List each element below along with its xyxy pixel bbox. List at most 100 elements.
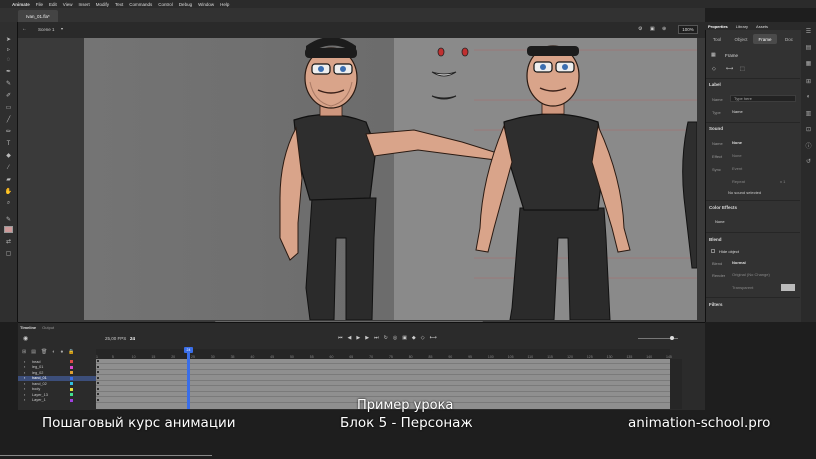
scene-label[interactable]: Scene 1 [38,27,55,32]
zoom-field[interactable]: 100% [678,25,698,34]
menu-file[interactable]: File [36,2,43,7]
swap-colors-icon[interactable]: ⇄ [4,238,13,245]
stage-canvas[interactable] [84,38,697,320]
fps-field[interactable]: 25,00 FPS [105,336,126,341]
keyframe-marker[interactable] [97,376,99,379]
filters-section-title[interactable]: Filters [709,302,723,307]
layer-color-swatch[interactable] [70,371,73,374]
menu-help[interactable]: Help [220,2,229,7]
tween-icon[interactable]: ⟷ [430,335,437,341]
layer-color-swatch[interactable] [70,393,73,396]
menu-app[interactable]: Animate [12,2,30,7]
keyframe-marker[interactable] [97,365,99,368]
onion-skin-icon[interactable]: ◎ [393,335,397,341]
layer-row[interactable]: ▪ hand_01 [18,375,96,381]
frame-name-input[interactable]: Type here [730,95,796,102]
character-front-pose[interactable] [279,38,497,320]
frame-row[interactable] [96,359,670,364]
layer-row[interactable]: ▪ hand_02 [18,381,96,386]
highlight-icon[interactable]: ◐ [52,349,55,355]
paint-tool-icon[interactable]: ✐ [4,92,13,99]
tab-object[interactable]: Object [729,34,753,44]
tween-icon[interactable]: ⟷ [726,66,733,72]
camera-icon[interactable]: ◉ [23,335,28,342]
current-frame-field[interactable]: 24 [130,336,135,341]
frame-row[interactable] [96,387,670,392]
tab-frame[interactable]: Frame [753,34,777,44]
go-first-icon[interactable]: ⏮ [338,335,343,341]
keyframe-marker[interactable] [97,393,99,395]
edit-multiple-icon[interactable]: ▣ [402,335,407,341]
tab-tool[interactable]: Tool [705,34,729,44]
character-side-pose[interactable] [475,45,631,320]
eyedropper-tool-icon[interactable]: ⁄ [4,164,13,171]
tab-doc[interactable]: Doc [777,34,801,44]
rectangle-tool-icon[interactable]: ▭ [4,104,13,111]
layer-color-swatch[interactable] [70,376,73,380]
history-icon[interactable]: ↺ [805,158,812,165]
layer-row[interactable]: ▪ body [18,387,96,392]
stage-settings-icon[interactable]: ⚙ [638,26,642,32]
hand-tool-icon[interactable]: ✋ [4,188,13,195]
sync-select[interactable]: Event [732,165,776,172]
frame-ruler[interactable]: 1 5 10 15 20 25 30 35 40 45 50 55 60 65 70 75 80 85 90 95 10… [96,349,672,359]
tab-properties[interactable]: Properties [708,24,728,29]
menu-commands[interactable]: Commands [129,2,152,7]
keyframe-marker[interactable] [97,382,99,384]
new-folder-icon[interactable]: ▤ [31,349,36,355]
timeline-vertical-scrollbar[interactable] [670,359,682,409]
menu-insert[interactable]: Insert [78,2,89,7]
blend-select[interactable]: Normal [732,259,794,266]
blank-keyframe-icon[interactable]: ◇ [421,335,425,341]
keyframe-marker[interactable] [97,398,99,401]
more-tools-icon[interactable]: ▢ [4,250,13,257]
step-back-icon[interactable]: ◀ [348,335,352,341]
label-section-title[interactable]: Label [709,82,721,87]
eye-icon[interactable]: ● [60,349,63,355]
color-effect-select[interactable]: None [715,218,795,225]
line-tool-icon[interactable]: ╱ [4,116,13,123]
background-color-swatch[interactable] [781,284,795,291]
stroke-color-icon[interactable]: ✎ [4,216,13,223]
menu-edit[interactable]: Edit [49,2,57,7]
transparent-select[interactable]: Transparent [732,284,776,291]
type-select[interactable]: Name [732,108,796,115]
layer-row[interactable]: ▪ leg_01 [18,365,96,370]
keyframe-marker[interactable] [97,387,99,390]
lasso-tool-icon[interactable]: ◌ [4,56,13,63]
render-select[interactable]: Original (No Change) [732,271,794,278]
step-forward-icon[interactable]: ▶ [365,335,369,341]
tab-timeline[interactable]: Timeline [20,325,36,330]
frame-row[interactable] [96,370,670,375]
pencil-tool-icon[interactable]: ✏ [4,128,13,135]
selection-tool-icon[interactable]: ➤ [4,36,13,43]
document-tab[interactable]: Ivan_01.fla* [18,10,58,22]
layer-color-swatch[interactable] [70,382,73,385]
character-artwork[interactable] [84,38,697,320]
color-effects-section-title[interactable]: Color Effects [709,205,737,210]
delete-layer-icon[interactable]: 🗑 [41,349,47,355]
sound-section-title[interactable]: Sound [709,126,723,131]
brush-tool-icon[interactable]: ✎ [4,80,13,87]
keyframe-marker[interactable] [97,360,99,362]
layer-row[interactable]: ▪ Layer_1 [18,398,96,403]
play-icon[interactable]: ▶ [356,335,360,341]
properties-icon[interactable]: ☰ [805,28,812,35]
bucket-tool-icon[interactable]: ◆ [4,152,13,159]
new-layer-icon[interactable]: ⊞ [22,349,26,355]
playhead[interactable] [187,347,190,409]
info-icon[interactable]: ⓘ [805,142,812,150]
layer-color-swatch[interactable] [70,387,73,391]
menu-debug[interactable]: Debug [179,2,192,7]
frame-row[interactable] [96,365,670,370]
tab-library[interactable]: Library [736,24,748,29]
repeat-count[interactable]: x 1 [780,179,785,184]
effect-select[interactable]: None [732,152,776,159]
clip-icon[interactable]: ▣ [650,26,655,32]
clear-icon[interactable]: ⬚ [740,66,745,72]
layer-row[interactable]: ▪ head [18,359,96,364]
swatches-icon[interactable]: ▥ [805,110,812,117]
eraser-tool-icon[interactable]: ▰ [4,176,13,183]
tab-output[interactable]: Output [42,325,54,330]
layer-row[interactable]: ▪ leg_02 [18,370,96,375]
